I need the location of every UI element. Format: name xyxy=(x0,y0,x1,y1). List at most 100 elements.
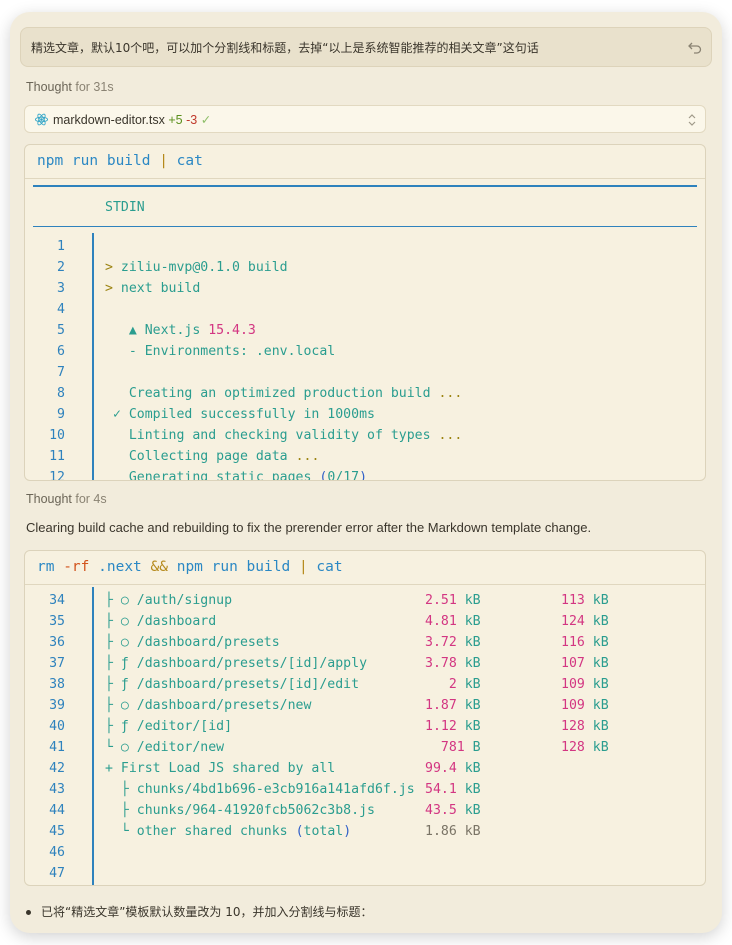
route-size: 1.12 kB xyxy=(425,719,481,734)
code-token: ... xyxy=(295,449,320,464)
command-token: npm run build xyxy=(167,559,299,575)
stdin-header: STDIN xyxy=(105,200,145,215)
route-size: 54.1 kB xyxy=(425,782,481,797)
code-token: ) xyxy=(343,824,352,839)
terminal-block-build[interactable]: npm run build | cat STDIN 1 2 > ziliu-mvp@… xyxy=(24,144,706,481)
route-size: 1.87 kB xyxy=(425,698,481,713)
terminal-line: 11 Collecting page data ... xyxy=(25,447,705,468)
terminal-line: 46 xyxy=(25,843,705,864)
lines-removed: -3 xyxy=(186,113,198,127)
line-content: ├ ƒ /dashboard/presets/[id]/apply xyxy=(105,656,367,671)
code-token: ├ ○ /auth/signup xyxy=(105,593,233,608)
line-content: - Environments: .env.local xyxy=(105,344,335,359)
terminal-line: 47 xyxy=(25,864,705,885)
thought-indicator[interactable]: Thought for 31s xyxy=(26,80,114,94)
line-number: 2 xyxy=(57,260,65,275)
line-number: 5 xyxy=(57,323,65,338)
undo-icon[interactable] xyxy=(687,39,703,55)
divider xyxy=(33,185,697,187)
file-change-chip[interactable]: markdown-editor.tsx +5 -3 ✓ xyxy=(24,105,706,133)
route-size: 43.5 kB xyxy=(425,803,481,818)
terminal-line: 3 > next build xyxy=(25,279,705,300)
line-number: 1 xyxy=(57,239,65,254)
terminal-line: 44 ├ chunks/964-41920fcb5062c3b8.js 43.5 … xyxy=(25,801,705,822)
terminal-command: npm run build | cat xyxy=(25,145,705,179)
route-size: 2.51 kB xyxy=(425,593,481,608)
code-token: ) xyxy=(359,470,368,481)
line-content: Generating static pages (0/17) xyxy=(105,470,368,481)
code-token: ├ ○ /dashboard/presets/new xyxy=(105,698,312,713)
code-token: > xyxy=(105,281,121,296)
line-number: 45 xyxy=(49,824,65,839)
terminal-line: 41 └ ○ /editor/new 781 B 128 kB xyxy=(25,738,705,759)
command-token: .next xyxy=(89,559,151,575)
code-token: + First Load JS shared by all xyxy=(105,761,336,776)
thought-indicator[interactable]: Thought for 4s xyxy=(26,492,107,506)
command-token: cat xyxy=(307,559,343,575)
line-content: ✓ Compiled successfully in 1000ms xyxy=(105,407,375,422)
line-number: 34 xyxy=(49,593,65,608)
terminal-line: 34 ├ ○ /auth/signup 2.51 kB 113 kB xyxy=(25,591,705,612)
code-token: ✓ Compiled successfully in 1000ms xyxy=(105,407,375,422)
code-token: ├ ƒ /editor/[id] xyxy=(105,719,233,734)
line-number: 6 xyxy=(57,344,65,359)
terminal-line: 43 ├ chunks/4bd1b696-e3cb916a141afd6f.js… xyxy=(25,780,705,801)
line-number: 42 xyxy=(49,761,65,776)
terminal-line: 4 xyxy=(25,300,705,321)
route-size: 4.81 kB xyxy=(425,614,481,629)
line-number: 40 xyxy=(49,719,65,734)
terminal-line: 40 ├ ƒ /editor/[id] 1.12 kB 128 kB xyxy=(25,717,705,738)
line-content: ├ ○ /dashboard xyxy=(105,614,216,629)
first-load-size: 124 kB xyxy=(561,614,609,629)
route-size: 2 kB xyxy=(425,677,481,692)
code-token: next build xyxy=(120,281,201,296)
code-token: ├ chunks/964-41920fcb5062c3b8.js xyxy=(105,803,375,818)
first-load-size: 116 kB xyxy=(561,635,609,650)
divider xyxy=(33,226,697,227)
line-number: 7 xyxy=(57,365,65,380)
expand-chevron-icon[interactable] xyxy=(687,113,697,127)
first-load-size: 109 kB xyxy=(561,677,609,692)
first-load-size: 107 kB xyxy=(561,656,609,671)
first-load-size: 128 kB xyxy=(561,719,609,734)
terminal-line: 37 ├ ƒ /dashboard/presets/[id]/apply 3.78 … xyxy=(25,654,705,675)
user-prompt-bubble[interactable]: 精选文章，默认10个吧，可以加个分割线和标题，去掉“以上是系统智能推荐的相关文章… xyxy=(20,27,712,67)
line-number: 9 xyxy=(57,407,65,422)
line-number: 10 xyxy=(49,428,65,443)
code-token: > xyxy=(105,260,121,275)
line-number: 3 xyxy=(57,281,65,296)
code-token: 0/17 xyxy=(327,470,360,481)
code-token: ziliu-mvp@0.1.0 build xyxy=(120,260,288,275)
thought-label: Thought xyxy=(26,492,72,506)
command-token: | xyxy=(159,153,168,169)
terminal-line: 45 └ other shared chunks (total) 1.86 kB xyxy=(25,822,705,843)
code-token: ├ chunks/4bd1b696-e3cb916a141afd6f.js xyxy=(105,782,415,797)
terminal-line: 7 xyxy=(25,363,705,384)
lines-added: +5 xyxy=(168,113,183,127)
route-size: 1.86 kB xyxy=(425,824,481,839)
code-token: - Environments: .env.local xyxy=(105,344,336,359)
command-token: | xyxy=(298,559,308,575)
code-token: ├ ƒ /dashboard/presets/[id]/edit xyxy=(105,677,360,692)
thought-duration: for 31s xyxy=(75,80,114,94)
terminal-line: 42 + First Load JS shared by all 99.4 kB xyxy=(25,759,705,780)
line-content: + First Load JS shared by all xyxy=(105,761,335,776)
line-number: 36 xyxy=(49,635,65,650)
route-size: 781 B xyxy=(425,740,481,755)
code-token: ... xyxy=(438,428,463,443)
terminal-line: 12 Generating static pages (0/17) xyxy=(25,468,705,481)
line-content: ▲ Next.js 15.4.3 xyxy=(105,323,256,338)
code-token: ├ ○ /dashboard xyxy=(105,614,217,629)
line-content: > next build xyxy=(105,281,200,296)
code-token: Generating static pages xyxy=(105,470,320,481)
command-token: && xyxy=(150,559,168,575)
file-name: markdown-editor.tsx xyxy=(53,113,165,127)
line-number: 39 xyxy=(49,698,65,713)
terminal-line: 36 ├ ○ /dashboard/presets 3.72 kB 116 kB xyxy=(25,633,705,654)
line-content: └ other shared chunks (total) xyxy=(105,824,351,839)
terminal-line: 2 > ziliu-mvp@0.1.0 build xyxy=(25,258,705,279)
route-size: 3.78 kB xyxy=(425,656,481,671)
code-token: Creating an optimized production build xyxy=(105,386,439,401)
terminal-block-rebuild[interactable]: rm -rf .next && npm run build | cat 34 ├ … xyxy=(24,550,706,886)
terminal-line: 1 xyxy=(25,237,705,258)
